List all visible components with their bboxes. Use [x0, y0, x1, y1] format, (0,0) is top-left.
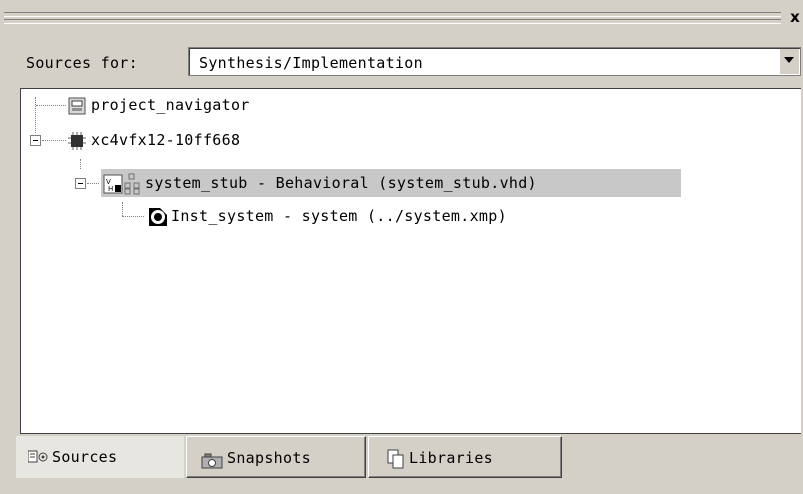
sources-for-value: Synthesis/Implementation: [199, 54, 423, 72]
tab-sources[interactable]: Sources: [16, 436, 184, 478]
collapse-toggle[interactable]: [30, 135, 41, 146]
tree-line: [80, 159, 81, 169]
tab-label: Sources: [52, 448, 118, 466]
chevron-down-icon: [784, 57, 794, 63]
libraries-icon: [387, 449, 404, 469]
xmp-system-icon: [149, 208, 167, 226]
tree-line: [122, 202, 123, 216]
tab-snapshots[interactable]: Snapshots: [186, 436, 366, 478]
tree-node-system-stub[interactable]: V H system_stub - Behavioral (system_stu…: [21, 169, 681, 197]
tab-label: Libraries: [409, 449, 493, 467]
camera-icon: [201, 453, 223, 469]
chip-icon: [68, 132, 86, 150]
bottom-tab-bar: Sources Snapshots Libraries: [0, 436, 803, 494]
sources-for-label: Sources for:: [26, 54, 138, 72]
close-button[interactable]: x: [787, 8, 803, 26]
project-icon: [68, 97, 86, 115]
collapse-toggle[interactable]: [75, 178, 86, 189]
tree-node-label: Inst_system - system (../system.xmp): [171, 207, 507, 225]
sources-tree[interactable]: project_navigator xc4vfx12-10ff668 V H s…: [20, 88, 801, 434]
tree-node-project-navigator[interactable]: project_navigator: [21, 91, 421, 119]
vhdl-module-icon: V H: [103, 173, 140, 195]
sources-for-dropdown[interactable]: Synthesis/Implementation: [188, 47, 801, 76]
tree-line: [87, 183, 99, 184]
tree-node-device[interactable]: xc4vfx12-10ff668: [21, 126, 421, 154]
sources-icon: [28, 450, 48, 463]
svg-text:H: H: [108, 185, 114, 193]
sources-for-row: Sources for: Synthesis/Implementation: [0, 46, 803, 80]
tree-node-label: system_stub - Behavioral (system_stub.vh…: [145, 174, 537, 192]
tree-line: [122, 216, 144, 217]
tab-libraries[interactable]: Libraries: [368, 436, 562, 478]
grip-line: [4, 19, 781, 24]
tree-line: [42, 140, 66, 141]
tree-line: [36, 105, 66, 106]
panel-title-bar[interactable]: x: [0, 0, 803, 40]
grip-line: [4, 12, 781, 17]
tree-node-label: project_navigator: [91, 96, 250, 114]
dropdown-button[interactable]: [779, 49, 799, 74]
tree-node-label: xc4vfx12-10ff668: [91, 131, 241, 149]
tab-label: Snapshots: [227, 449, 311, 467]
tree-node-inst-system[interactable]: Inst_system - system (../system.xmp): [21, 202, 621, 230]
